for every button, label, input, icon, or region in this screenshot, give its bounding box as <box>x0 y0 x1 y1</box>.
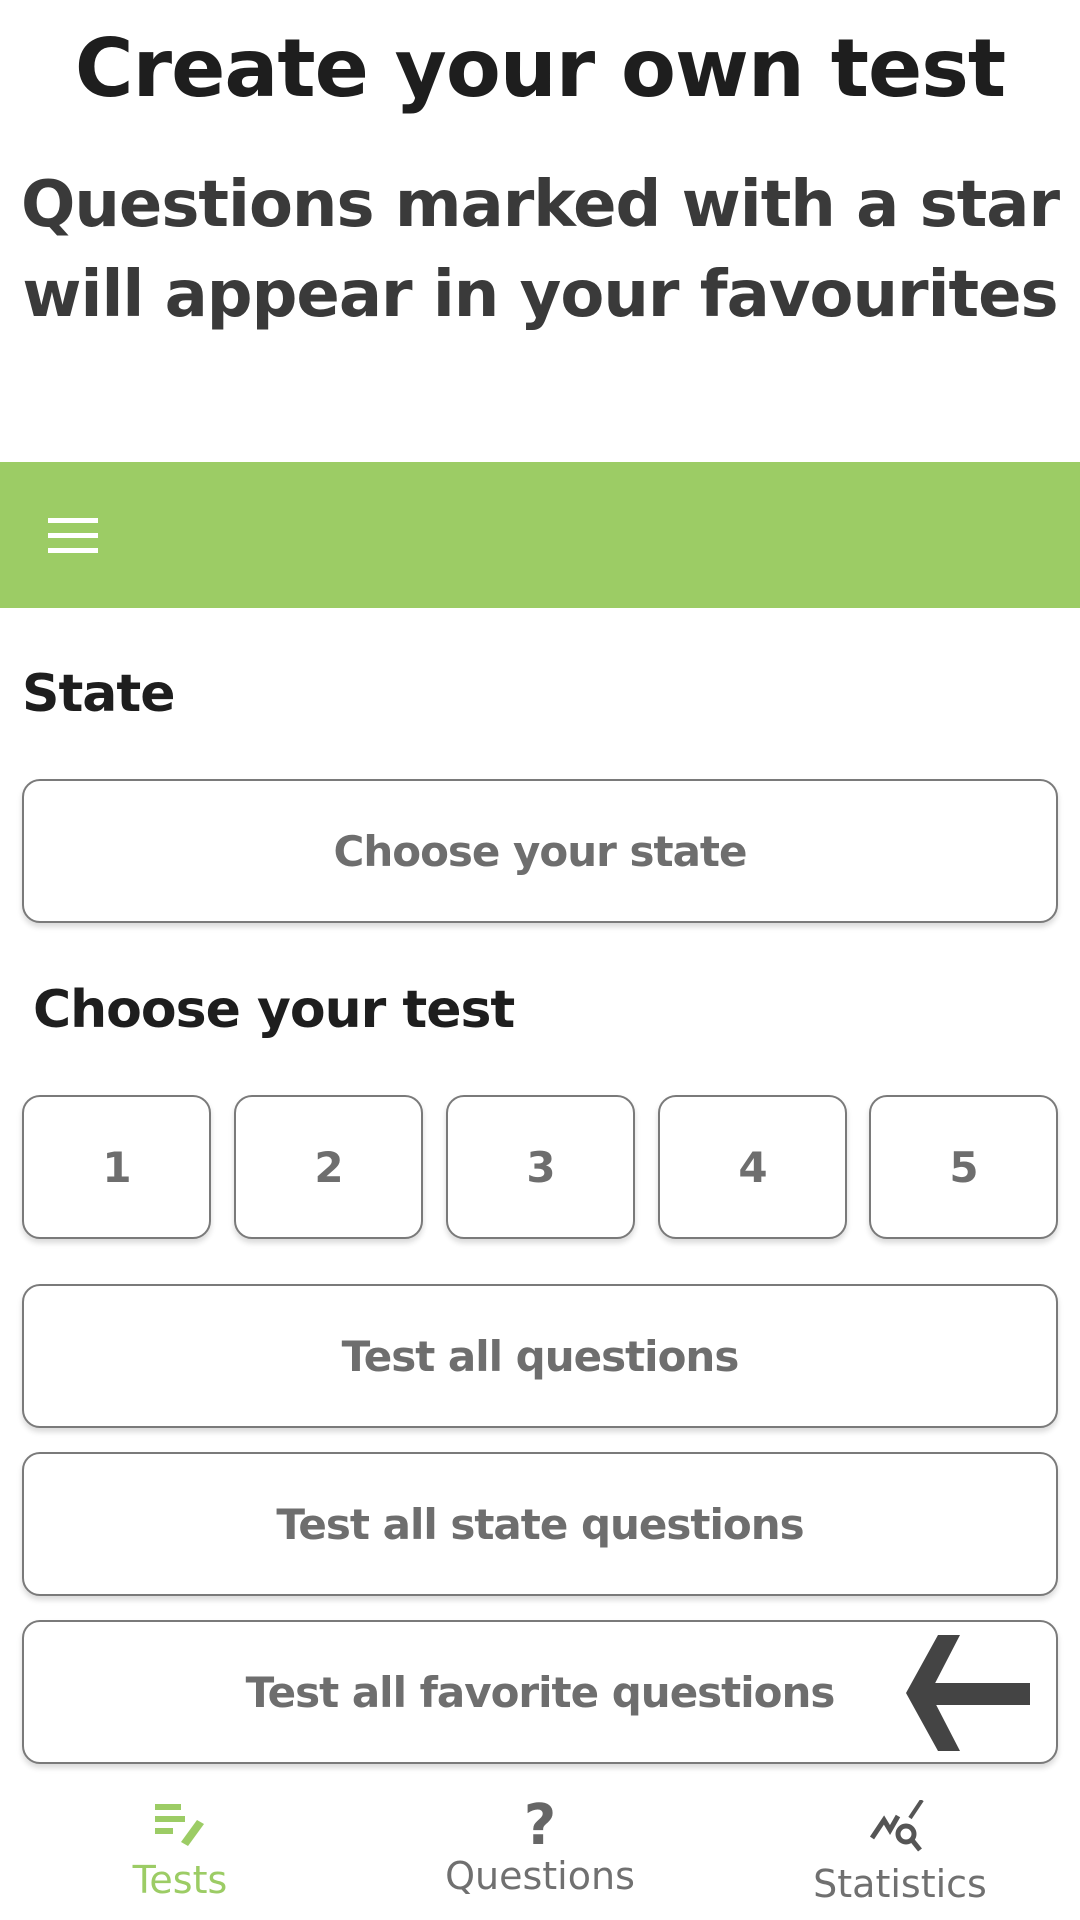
question-mark-icon: ? <box>523 1793 557 1858</box>
test-3-button[interactable]: 3 <box>446 1095 635 1239</box>
subtitle-line-1: Questions marked with a star <box>20 168 1060 242</box>
nav-label-questions: Questions <box>445 1854 635 1898</box>
hamburger-icon[interactable] <box>48 518 98 554</box>
test-4-button[interactable]: 4 <box>658 1095 847 1239</box>
nav-tab-tests[interactable]: Tests <box>0 1800 360 1902</box>
nav-label-tests: Tests <box>132 1858 228 1902</box>
tests-edit-icon <box>155 1804 204 1846</box>
test-1-button[interactable]: 1 <box>22 1095 211 1239</box>
page-subtitle: Questions marked with a star will appear… <box>0 160 1080 340</box>
choose-test-heading: Choose your test <box>33 980 515 1040</box>
nav-label-statistics: Statistics <box>813 1862 987 1906</box>
app-toolbar <box>0 462 1080 608</box>
test-2-button[interactable]: 2 <box>234 1095 423 1239</box>
subtitle-line-2: will appear in your favourites <box>22 258 1058 332</box>
test-5-button[interactable]: 5 <box>869 1095 1058 1239</box>
nav-tab-statistics[interactable]: Statistics <box>720 1798 1080 1906</box>
nav-tab-questions[interactable]: ? Questions <box>360 1793 720 1899</box>
statistics-search-icon <box>869 1798 924 1852</box>
test-all-questions-button[interactable]: Test all questions <box>22 1284 1058 1428</box>
page-title: Create your own test <box>74 22 1006 115</box>
button-label: Test all favorite questions <box>245 1667 836 1717</box>
choose-state-button[interactable]: Choose your state <box>22 779 1058 923</box>
test-all-state-questions-button[interactable]: Test all state questions <box>22 1452 1058 1596</box>
arrow-left-icon <box>906 1635 1030 1751</box>
state-heading: State <box>22 664 176 724</box>
